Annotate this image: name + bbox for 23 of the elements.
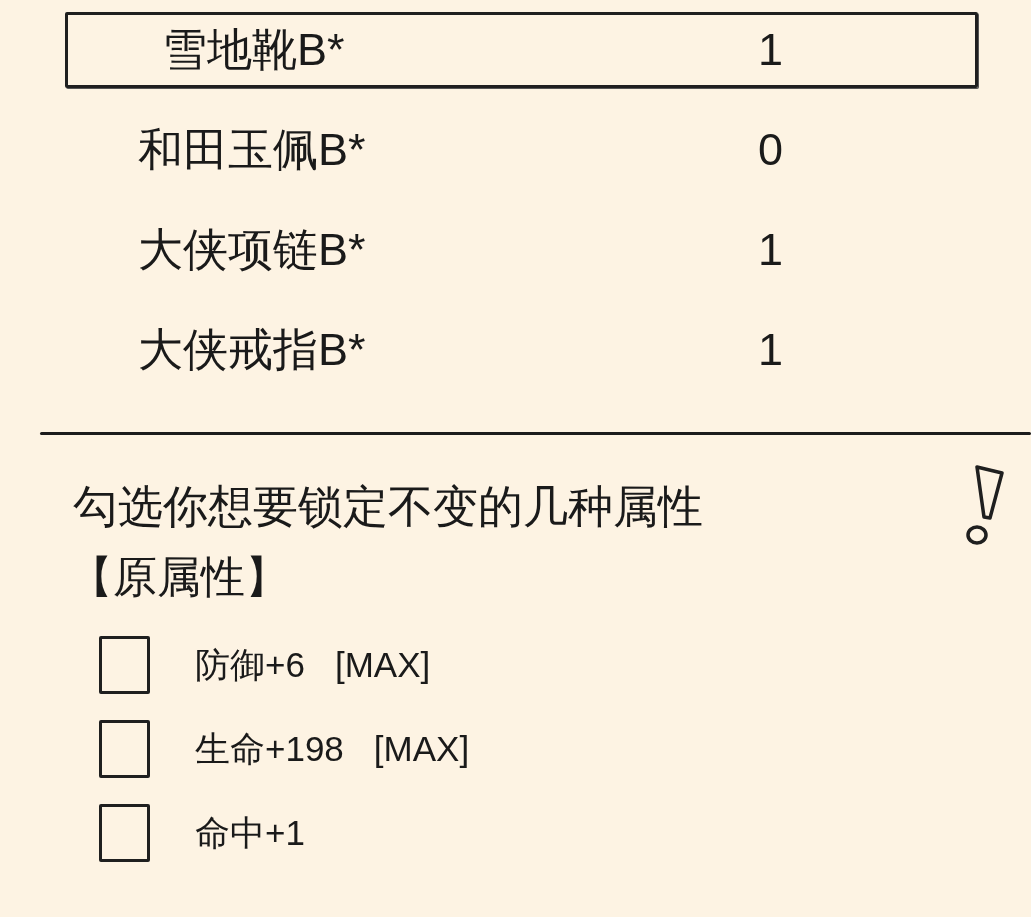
item-count: 1 xyxy=(758,225,784,275)
item-count: 0 xyxy=(758,125,784,175)
checkbox[interactable] xyxy=(99,720,150,778)
item-name: 和田玉佩B* xyxy=(137,125,366,175)
item-row[interactable]: 大侠戒指B* 1 xyxy=(65,312,978,388)
max-tag: [MAX] xyxy=(373,729,470,769)
attribute-label: 防御+6 xyxy=(195,645,305,685)
attribute-label: 命中+1 xyxy=(195,813,305,853)
section-title: 【原属性】 xyxy=(69,551,289,603)
checkbox[interactable] xyxy=(99,636,150,694)
item-row[interactable]: 和田玉佩B* 0 xyxy=(65,112,978,188)
exclamation-icon xyxy=(965,464,1005,546)
attribute-label: 生命+198 xyxy=(195,729,344,769)
item-row[interactable]: 雪地靴B* 1 xyxy=(65,12,978,88)
item-count: 1 xyxy=(758,325,784,375)
item-count: 1 xyxy=(758,25,784,75)
item-name: 雪地靴B* xyxy=(161,25,345,75)
checkbox[interactable] xyxy=(99,804,150,862)
item-name: 大侠项链B* xyxy=(137,225,366,275)
item-row[interactable]: 大侠项链B* 1 xyxy=(65,212,978,288)
instruction-text: 勾选你想要锁定不变的几种属性 xyxy=(73,480,703,534)
item-name: 大侠戒指B* xyxy=(137,325,366,375)
max-tag: [MAX] xyxy=(334,645,431,685)
